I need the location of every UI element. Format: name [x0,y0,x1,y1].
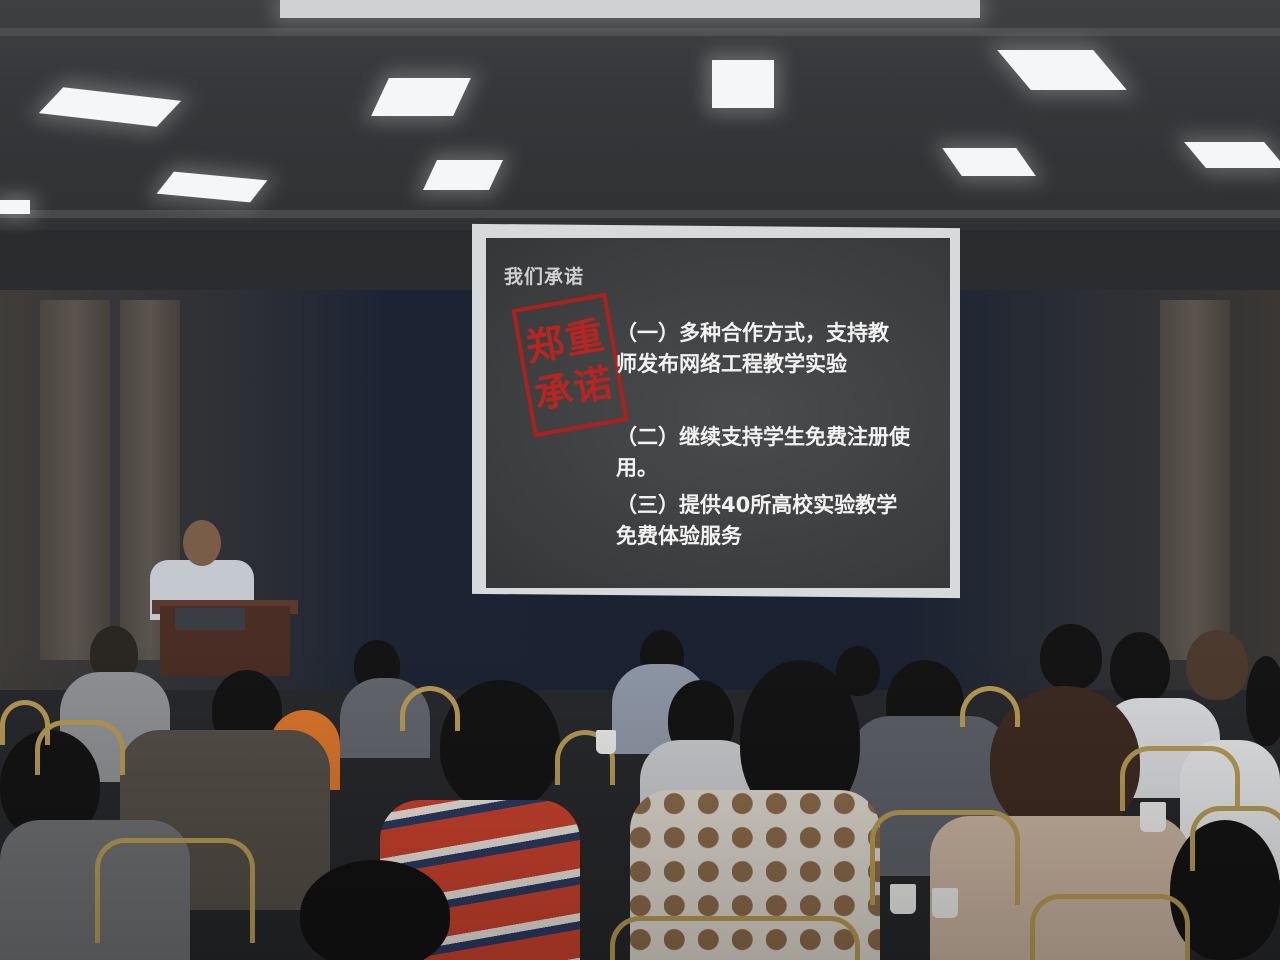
promise-stamp: 郑重 承诺 [511,292,629,438]
ceiling-light [997,50,1127,90]
ceiling-light [38,87,182,127]
ceiling-light [156,171,268,203]
slide-item-2-line-1: （二）继续支持学生免费注册使 [616,425,910,449]
slide-item-3-line-2: 免费体验服务 [616,524,742,548]
slide-item-3-line-1: （三）提供40所高校实验教学 [616,493,898,517]
slide-item-2: （二）继续支持学生免费注册使 用。 [616,422,916,484]
slide-item-1: （一）多种合作方式，支持教 师发布网络工程教学实验 [616,318,896,380]
projection-screen: 我们承诺 郑重 承诺 （一）多种合作方式，支持教 师发布网络工程教学实验 （二）… [486,238,950,588]
ceiling-light [280,0,980,18]
ceiling [0,0,1280,230]
ceiling-light [0,200,30,214]
presenter-head [183,520,221,566]
ceiling-light [423,160,503,190]
ceiling-light [712,60,774,108]
wall-pillar [1160,300,1230,660]
slide-title: 我们承诺 [504,266,585,288]
slide-item-1-line-1: （一）多种合作方式，支持教 [616,321,889,345]
conference-hall-photo: 我们承诺 郑重 承诺 （一）多种合作方式，支持教 师发布网络工程教学实验 （二）… [0,0,1280,960]
wall-pillar [40,300,110,660]
ceiling-beam [0,210,1280,218]
slide-item-3: （三）提供40所高校实验教学 免费体验服务 [616,490,906,552]
slide-item-1-line-2: 师发布网络工程教学实验 [616,352,847,376]
ceiling-light [371,78,471,116]
slide-item-2-line-2: 用。 [616,456,658,480]
ceiling-beam [0,28,1280,36]
ceiling-light [942,148,1036,176]
shadow-overlay [0,640,1280,960]
ceiling-light [1184,142,1280,168]
